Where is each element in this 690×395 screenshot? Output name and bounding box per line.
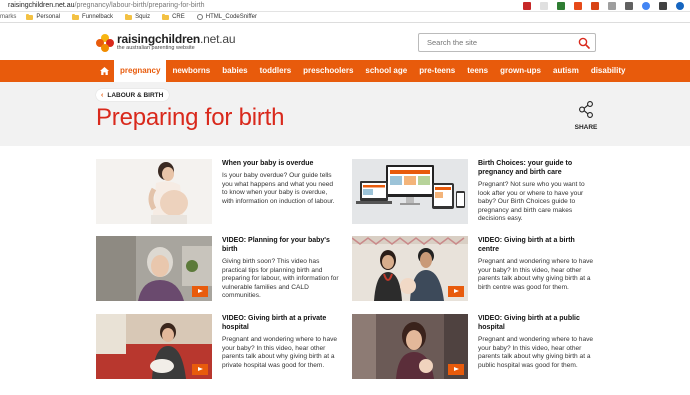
nav-item-teens[interactable]: teens: [461, 60, 494, 82]
article-description: Is your baby overdue? Our guide tells yo…: [222, 172, 335, 205]
article-description: Pregnant and wondering where to have you…: [478, 336, 594, 369]
breadcrumb-label: LABOUR & BIRTH: [107, 91, 164, 99]
play-icon[interactable]: [192, 364, 208, 375]
share-icon: [579, 101, 593, 118]
extension-icon[interactable]: [557, 2, 565, 10]
article-card-birth-centre[interactable]: VIDEO: Giving birth at a birth centre Pr…: [352, 236, 602, 302]
logo-tagline: the australian parenting website: [117, 45, 195, 51]
share-label: SHARE: [574, 124, 598, 131]
home-icon[interactable]: [94, 60, 114, 82]
nav-item-disability[interactable]: disability: [585, 60, 632, 82]
bookmark-label: HTML_CodeSniffer: [205, 14, 257, 20]
extension-icon[interactable]: [591, 2, 599, 10]
bookmarks-label: marks: [0, 14, 17, 20]
play-icon[interactable]: [448, 364, 464, 375]
bookmark-label: Funnelback: [82, 14, 114, 20]
nav-item-toddlers[interactable]: toddlers: [254, 60, 298, 82]
folder-icon: [72, 13, 80, 20]
bookmark-label: Squiz: [135, 14, 151, 20]
logo-name: raisingchildren: [117, 32, 201, 46]
bookmark-funnelback[interactable]: Funnelback: [72, 13, 114, 20]
breadcrumb[interactable]: ‹ LABOUR & BIRTH: [96, 89, 170, 101]
search-input[interactable]: [419, 34, 569, 51]
bookmark-squiz[interactable]: Squiz: [125, 13, 151, 20]
logo-mark-icon: [96, 33, 114, 52]
url-text[interactable]: raisingchildren.net.au/pregnancy/labour-…: [8, 0, 205, 12]
nav-item-pregnancy[interactable]: pregnancy: [114, 60, 167, 82]
nav-item-pre-teens[interactable]: pre-teens: [413, 60, 461, 82]
article-thumbnail[interactable]: [352, 159, 468, 224]
browser-address-bar[interactable]: raisingchildren.net.au/pregnancy/labour-…: [0, 0, 690, 12]
folder-icon: [162, 13, 170, 20]
play-icon[interactable]: [192, 286, 208, 297]
article-card-public-hospital[interactable]: VIDEO: Giving birth at a public hospital…: [352, 314, 602, 380]
bookmarks-bar: marks Personal Funnelback Squiz CRE HTML…: [0, 12, 690, 23]
article-title[interactable]: When your baby is overdue: [222, 159, 340, 168]
article-thumbnail[interactable]: [96, 159, 212, 224]
video-thumbnail[interactable]: [352, 314, 468, 379]
chevron-left-icon: ‹: [101, 91, 104, 99]
logo-text: raisingchildren.net.au: [117, 32, 236, 46]
share-button[interactable]: SHARE: [573, 101, 599, 131]
logo-tld: .net.au: [200, 32, 236, 46]
page-title: Preparing for birth: [96, 104, 285, 131]
url-domain: raisingchildren.net.au: [8, 2, 75, 9]
search-icon[interactable]: [578, 37, 590, 49]
article-title[interactable]: VIDEO: Giving birth at a birth centre: [478, 236, 596, 254]
bookmark-label: Personal: [36, 14, 61, 20]
page-title-band: ‹ LABOUR & BIRTH Preparing for birth SHA…: [0, 82, 690, 146]
video-thumbnail[interactable]: [96, 314, 212, 379]
site-header: raisingchildren.net.au the australian pa…: [0, 24, 690, 60]
extension-icon[interactable]: [625, 2, 633, 10]
nav-item-newborns[interactable]: newborns: [166, 60, 216, 82]
article-description: Pregnant and wondering where to have you…: [478, 258, 594, 291]
article-card-planning-for-birth[interactable]: VIDEO: Planning for your baby's birth Gi…: [96, 236, 346, 302]
extension-icon[interactable]: [642, 2, 650, 10]
article-title[interactable]: VIDEO: Planning for your baby's birth: [222, 236, 340, 254]
article-title[interactable]: VIDEO: Giving birth at a private hospita…: [222, 314, 340, 332]
nav-item-grown-ups[interactable]: grown-ups: [494, 60, 547, 82]
bookmark-html-codesniffer[interactable]: HTML_CodeSniffer: [196, 14, 257, 20]
folder-icon: [26, 13, 34, 20]
url-path: /pregnancy/labour-birth/preparing-for-bi…: [74, 2, 205, 9]
bookmark-personal[interactable]: Personal: [26, 13, 61, 20]
globe-icon: [196, 14, 203, 20]
article-card-private-hospital[interactable]: VIDEO: Giving birth at a private hospita…: [96, 314, 346, 380]
browser-extensions: [523, 2, 684, 10]
article-description: Pregnant? Not sure who you want to look …: [478, 181, 585, 223]
article-description: Pregnant and wondering where to have you…: [222, 336, 338, 369]
site-logo[interactable]: raisingchildren.net.au the australian pa…: [96, 32, 236, 52]
search-box: [418, 33, 596, 52]
article-description: Giving birth soon? This video has practi…: [222, 258, 339, 300]
extension-icon[interactable]: [659, 2, 667, 10]
article-title[interactable]: VIDEO: Giving birth at a public hospital: [478, 314, 596, 332]
bookmark-cre[interactable]: CRE: [162, 13, 185, 20]
video-thumbnail[interactable]: [352, 236, 468, 301]
profile-avatar[interactable]: [676, 2, 684, 10]
extension-icon[interactable]: [523, 2, 531, 10]
extension-icon[interactable]: [574, 2, 582, 10]
nav-item-preschoolers[interactable]: preschoolers: [297, 60, 359, 82]
extension-icon[interactable]: [540, 2, 548, 10]
main-nav: pregnancy newborns babies toddlers presc…: [0, 60, 690, 82]
bookmark-label: CRE: [172, 14, 185, 20]
extension-icon[interactable]: [608, 2, 616, 10]
folder-icon: [125, 13, 133, 20]
article-card-when-your-baby-is-overdue[interactable]: When your baby is overdue Is your baby o…: [96, 159, 346, 225]
nav-item-autism[interactable]: autism: [547, 60, 585, 82]
article-card-birth-choices[interactable]: Birth Choices: your guide to pregnancy a…: [352, 159, 602, 225]
article-title[interactable]: Birth Choices: your guide to pregnancy a…: [478, 159, 596, 177]
nav-item-babies[interactable]: babies: [216, 60, 253, 82]
play-icon[interactable]: [448, 286, 464, 297]
nav-item-school-age[interactable]: school age: [359, 60, 413, 82]
video-thumbnail[interactable]: [96, 236, 212, 301]
